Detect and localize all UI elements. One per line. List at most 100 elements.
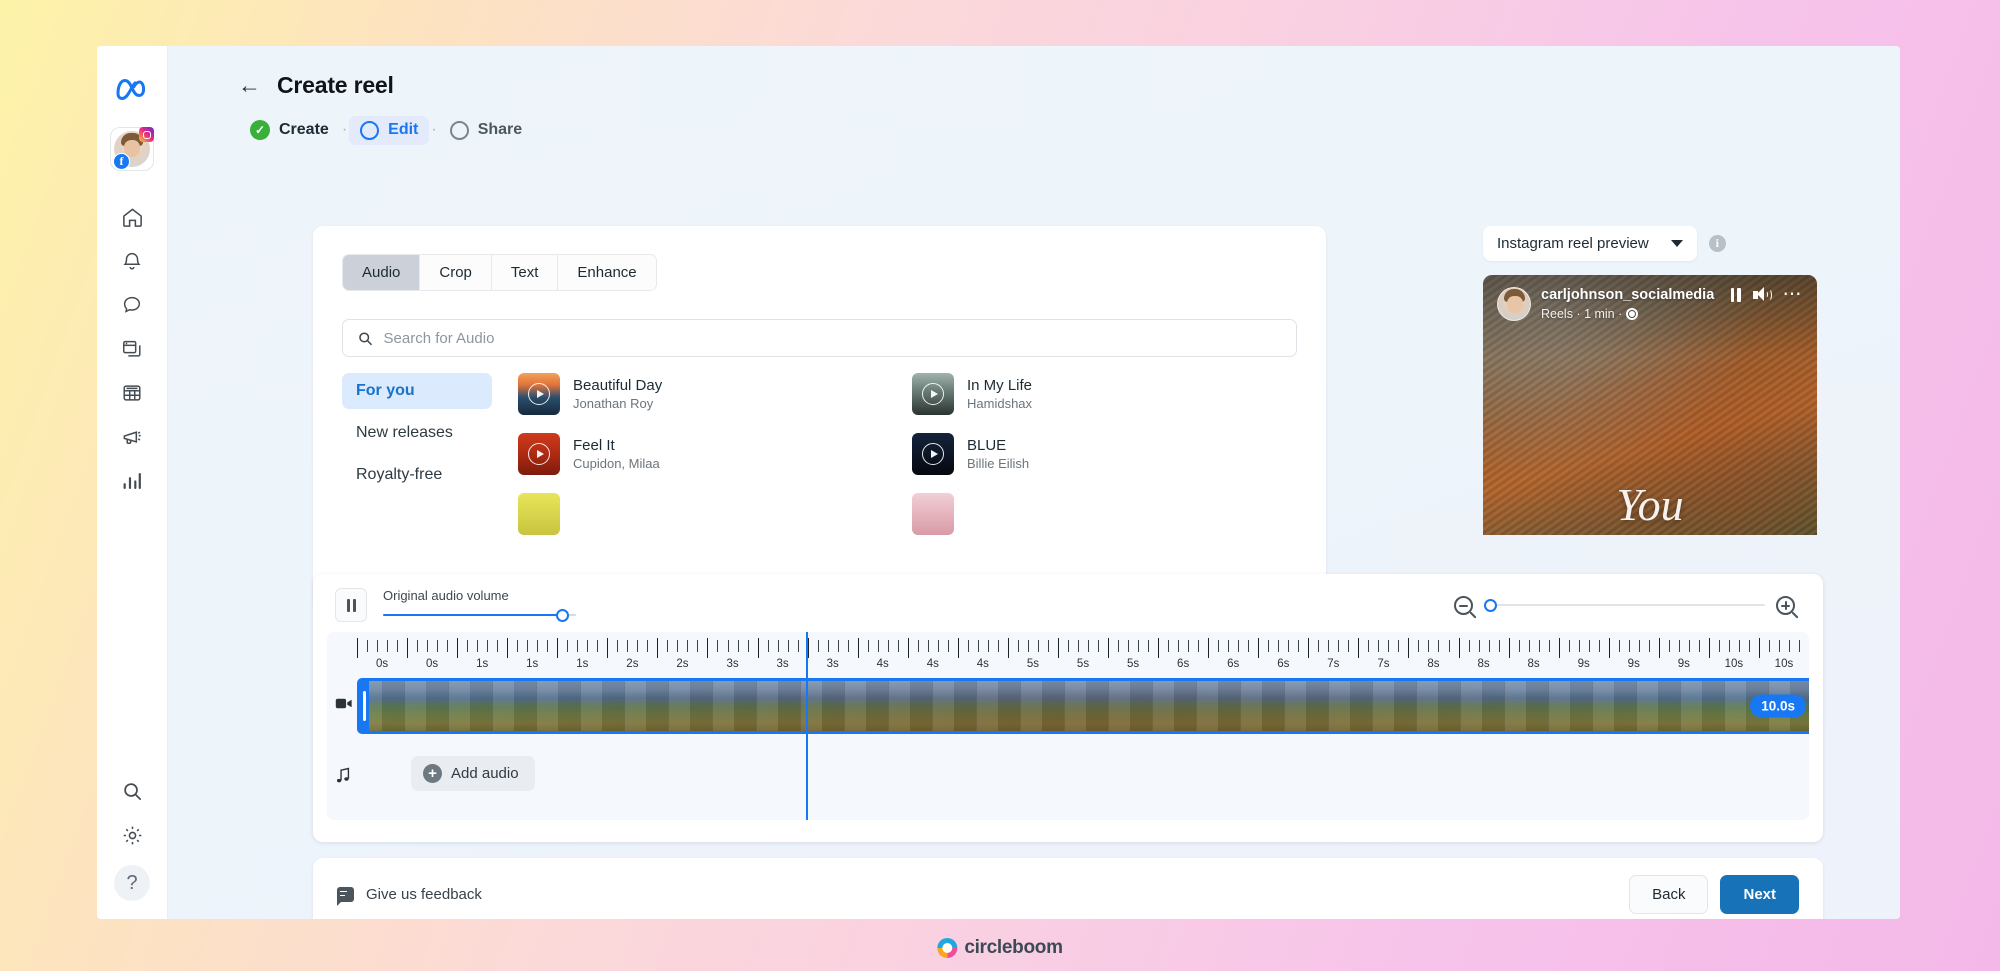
ruler-tick-minor	[797, 640, 799, 652]
ruler-tick-minor	[717, 640, 719, 652]
step-share[interactable]: Share	[439, 116, 533, 145]
circle-outline-icon	[449, 120, 469, 140]
ruler-tick-minor	[647, 640, 649, 652]
step-edit[interactable]: Edit	[349, 115, 430, 145]
reel-preview[interactable]: carljohnson_socialmedia Reels · 1 min · …	[1483, 275, 1817, 535]
sidebar-item-messages[interactable]	[110, 283, 154, 327]
play-icon[interactable]	[528, 443, 550, 465]
zoom-in-icon[interactable]	[1776, 595, 1795, 615]
zoom-out-icon[interactable]	[1454, 595, 1473, 615]
circle-ring-icon	[360, 120, 380, 140]
reel-meta-text: Reels · 1 min ·	[1541, 306, 1623, 321]
give-feedback-link[interactable]: Give us feedback	[337, 886, 482, 906]
ruler-tick-minor	[1318, 640, 1320, 652]
video-clip[interactable]: 10.0s	[357, 678, 1809, 734]
ruler-tick-minor	[767, 640, 769, 652]
audio-search-bar[interactable]	[342, 319, 1297, 357]
tab-crop[interactable]: Crop	[420, 255, 492, 290]
timeline-toolbar: Original audio volume	[313, 574, 1823, 622]
play-icon[interactable]	[528, 383, 550, 405]
ruler-tick-minor	[1748, 640, 1750, 652]
ruler-tick-minor	[617, 640, 619, 652]
avatar[interactable]: f	[110, 127, 154, 171]
reel-overlay-text: You	[1616, 479, 1684, 530]
tab-text[interactable]: Text	[491, 255, 559, 290]
ruler-label: 3s	[726, 658, 739, 670]
plus-circle-icon: +	[423, 764, 442, 783]
back-arrow-icon[interactable]: ←	[238, 74, 261, 97]
ruler-label: 7s	[1327, 658, 1340, 670]
ruler-tick-minor	[1077, 640, 1079, 652]
ruler-tick-minor	[1798, 640, 1800, 652]
ruler-label: 8s	[1427, 658, 1440, 670]
tab-enhance[interactable]: Enhance	[558, 255, 656, 290]
list-item-partial[interactable]	[518, 493, 884, 535]
ruler-tick-minor	[1067, 640, 1069, 652]
step-separator-1: ·	[341, 121, 348, 138]
category-for-you[interactable]: For you	[342, 373, 492, 409]
timeline-pause-button[interactable]	[335, 588, 367, 622]
sidebar-item-search[interactable]	[110, 769, 154, 813]
sidebar-item-analytics[interactable]	[110, 459, 154, 503]
ruler-tick-minor	[477, 640, 479, 652]
step-separator-2: ·	[431, 121, 437, 138]
more-options-icon[interactable]: ⋯	[1783, 285, 1804, 304]
list-item[interactable]: Beautiful Day Jonathan Roy	[518, 373, 884, 415]
ruler-tick-minor	[927, 640, 929, 652]
ruler-tick-minor	[917, 640, 919, 652]
track-meta: In My Life Hamidshax	[967, 377, 1032, 411]
ruler-label: 0s	[426, 658, 439, 670]
list-item[interactable]: BLUE Billie Eilish	[912, 433, 1278, 475]
timeline-ruler[interactable]: 0s 0s 1s 1s 1s 2s 2s 3s 3s 3s 4s 4s 4s 5s 5s 5s 6s 6s 6s 7s…	[357, 632, 1809, 676]
sidebar-item-home[interactable]	[110, 195, 154, 239]
category-royalty-free[interactable]: Royalty-free	[342, 457, 492, 493]
ruler-tick-minor	[867, 640, 869, 652]
list-item[interactable]: In My Life Hamidshax	[912, 373, 1278, 415]
footer-bar: Give us feedback Back Next	[313, 858, 1823, 919]
left-sidebar: f ?	[97, 46, 168, 919]
meta-logo-icon[interactable]	[115, 76, 149, 105]
ruler-tick-major	[1558, 638, 1560, 658]
ruler-label: 1s	[476, 658, 489, 670]
globe-icon	[1626, 307, 1639, 320]
timeline-body: 0s 0s 1s 1s 1s 2s 2s 3s 3s 3s 4s 4s 4s 5s 5s 5s 6s 6s 6s 7s…	[327, 632, 1809, 820]
slider-knob[interactable]	[1484, 598, 1497, 612]
sidebar-item-settings[interactable]	[110, 813, 154, 857]
category-new-releases[interactable]: New releases	[342, 415, 492, 451]
ruler-tick-minor	[1768, 640, 1770, 652]
add-audio-button[interactable]: + Add audio	[411, 756, 535, 791]
sidebar-item-posts[interactable]	[110, 327, 154, 371]
info-icon[interactable]: i	[1708, 235, 1726, 252]
play-icon[interactable]	[922, 383, 944, 405]
sidebar-item-help[interactable]: ?	[114, 865, 150, 901]
ruler-tick-minor	[677, 640, 679, 652]
ruler-tick-minor	[667, 640, 669, 652]
next-button[interactable]: Next	[1720, 874, 1799, 914]
play-icon[interactable]	[922, 443, 944, 465]
ruler-tick-minor	[427, 640, 429, 652]
sidebar-item-notifications[interactable]	[110, 239, 154, 283]
tab-audio[interactable]: Audio	[343, 255, 421, 290]
timeline-playhead[interactable]	[805, 632, 809, 820]
ruler-tick-major	[557, 638, 559, 658]
list-item-partial[interactable]	[912, 493, 1278, 535]
audio-track-list: Beautiful Day Jonathan Roy In My Life Ha…	[518, 373, 1278, 535]
ruler-tick-minor	[1238, 640, 1240, 652]
ruler-tick-minor	[1498, 640, 1500, 652]
preview-platform-select[interactable]: Instagram reel preview	[1483, 226, 1697, 261]
ruler-tick-minor	[437, 640, 439, 652]
search-input[interactable]	[383, 329, 1282, 347]
step-create[interactable]: ✓ Create	[239, 115, 340, 145]
volume-icon[interactable]	[1752, 287, 1772, 302]
slider-fill	[383, 613, 563, 617]
zoom-slider[interactable]	[1484, 598, 1765, 612]
clip-trim-handle-left[interactable]	[360, 681, 369, 731]
volume-slider[interactable]	[383, 608, 576, 622]
pause-icon[interactable]	[1730, 287, 1741, 302]
list-item[interactable]: Feel It Cupidon, Milaa	[518, 433, 884, 475]
back-button[interactable]: Back	[1629, 874, 1709, 914]
sidebar-item-ads[interactable]	[110, 415, 154, 459]
sidebar-item-calendar[interactable]	[110, 371, 154, 415]
ruler-tick-minor	[1578, 640, 1580, 652]
slider-knob[interactable]	[556, 608, 570, 622]
